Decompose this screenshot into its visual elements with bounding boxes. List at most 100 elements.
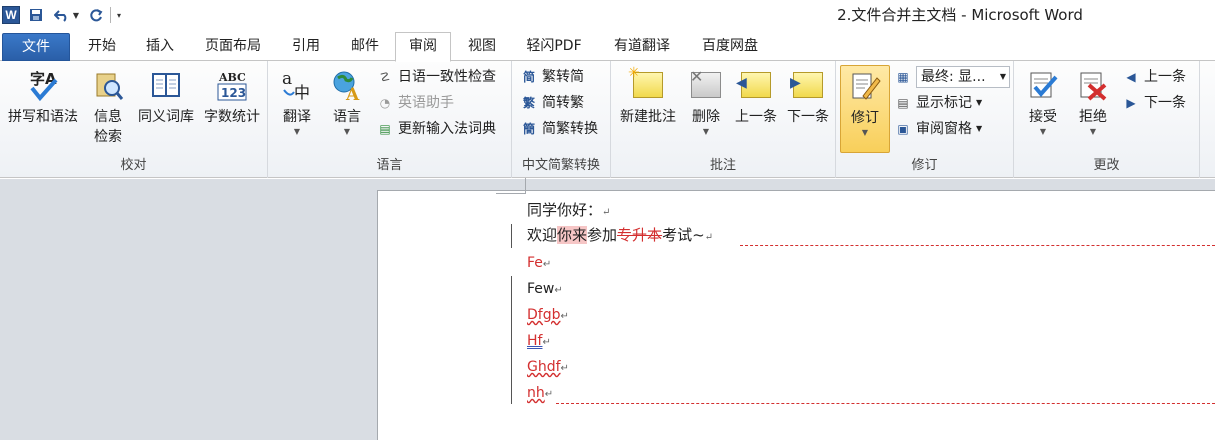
accept-button[interactable]: 接受 ▼ (1020, 67, 1066, 137)
translate-icon: a中 (279, 67, 315, 103)
tab-view[interactable]: 视图 (454, 33, 510, 61)
accept-dropdown-icon[interactable]: ▼ (1020, 127, 1066, 137)
thesaurus-button[interactable]: 同义词库 (134, 67, 198, 127)
ribbon-review: 字A 拼写和语法 信息 检索 同义词库 ABC 123 字数统计 校对 a 中 … (0, 61, 1215, 178)
svg-text:中: 中 (294, 83, 310, 102)
track-changes-icon (847, 68, 883, 104)
t2s-label: 繁转简 (542, 69, 584, 85)
english-assistant-icon: ◔ (379, 96, 391, 110)
word-count-button[interactable]: ABC 123 字数统计 (200, 67, 264, 127)
line-few-text: Few (527, 281, 555, 297)
paragraph-mark: ↵ (542, 259, 552, 270)
doc-line-hf[interactable]: Hf↵ (527, 328, 551, 354)
reject-button[interactable]: 拒绝 ▼ (1070, 67, 1116, 137)
undo-icon[interactable] (52, 5, 72, 25)
new-comment-button[interactable]: ✳ 新建批注 (615, 65, 681, 127)
reviewing-pane-label: 审阅窗格 (916, 121, 972, 137)
update-ime-icon: ▤ (379, 122, 391, 136)
group-label-proofing: 校对 (120, 158, 147, 173)
s2t-label: 简转繁 (542, 95, 584, 111)
thesaurus-label: 同义词库 (138, 109, 194, 125)
page-corner-mark (496, 178, 526, 194)
language-dropdown-icon[interactable]: ▼ (324, 127, 370, 137)
reviewing-pane-button[interactable]: ▣ 审阅窗格 ▼ (894, 117, 982, 141)
display-for-review-select[interactable]: ▦ 最终: 显... ▼ (894, 65, 1010, 89)
spelling-grammar-button[interactable]: 字A 拼写和语法 (4, 67, 82, 127)
research-button[interactable]: 信息 检索 (86, 67, 130, 147)
qat-separator (110, 7, 111, 23)
update-ime-dictionary-button[interactable]: ▤ 更新输入法词典 (376, 117, 496, 141)
group-comments: ✳ 新建批注 ✕ 删除 ▼ ◀ 上一条 ▶ 下一条 批注 (611, 61, 836, 178)
paragraph-mark: ↵ (554, 285, 563, 296)
line-dfgb-text: Dfgb (527, 307, 561, 323)
language-button[interactable]: A 语言 ▼ (324, 67, 370, 137)
track-changes-dropdown-icon[interactable]: ▼ (841, 128, 889, 138)
show-markup-icon: ▤ (897, 96, 909, 110)
title-bar: W ▼ ▾ 2.文件合并主文档 - Microsoft Word (0, 0, 1215, 30)
language-globe-icon: A (329, 67, 365, 103)
delete-comment-icon: ✕ (688, 67, 724, 103)
display-review-icon: ▦ (897, 70, 909, 84)
english-assistant-button[interactable]: ◔ 英语助手 (376, 91, 454, 115)
tab-baidu-netdisk[interactable]: 百度网盘 (688, 33, 772, 61)
line-nh-text: nh (527, 385, 545, 401)
next-comment-button[interactable]: ▶ 下一条 (783, 67, 833, 127)
previous-comment-label: 上一条 (735, 109, 777, 125)
inserted-text: 你来 (557, 226, 588, 244)
deleted-text: 专升本 (617, 226, 663, 244)
chinese-convert-button[interactable]: 簡 简繁转换 (520, 117, 598, 141)
tab-review[interactable]: 审阅 (395, 32, 451, 62)
paragraph-mark: ↵ (560, 363, 569, 374)
reviewing-pane-dropdown-icon: ▼ (976, 124, 983, 133)
undo-dropdown-icon[interactable]: ▼ (72, 5, 80, 25)
research-label-1: 信息 (94, 109, 122, 125)
s2t-icon: 繁 (522, 96, 535, 110)
delete-comment-dropdown-icon[interactable]: ▼ (685, 127, 727, 137)
track-changes-button[interactable]: 修订 ▼ (840, 65, 890, 153)
ribbon-tabs: 文件 开始 插入 页面布局 引用 邮件 审阅 视图 轻闪PDF 有道翻译 百度网… (0, 30, 1215, 62)
save-icon[interactable] (26, 5, 46, 25)
japanese-consistency-button[interactable]: ☡ 日语一致性检查 (376, 65, 496, 89)
svg-text:123: 123 (221, 86, 246, 100)
doc-line-fe[interactable]: Fe↵ (527, 250, 551, 276)
line-fe-text: Fe (527, 255, 543, 271)
tab-page-layout[interactable]: 页面布局 (192, 33, 274, 61)
tab-references[interactable]: 引用 (278, 33, 334, 61)
show-markup-button[interactable]: ▤ 显示标记 ▼ (894, 91, 982, 115)
welcome-text: 欢迎 (527, 226, 558, 244)
doc-line-dfgb[interactable]: Dfgb↵ (527, 302, 569, 328)
line-ghdf-text: Ghdf (527, 359, 561, 375)
tab-qingshan-pdf[interactable]: 轻闪PDF (512, 33, 596, 61)
group-tracking: 修订 ▼ ▦ 最终: 显... ▼ ▤ 显示标记 ▼ ▣ 审阅窗格 ▼ 修订 (836, 61, 1014, 178)
paragraph-mark: ↵ (602, 207, 611, 218)
tab-file[interactable]: 文件 (2, 33, 70, 61)
language-label: 语言 (333, 109, 361, 125)
group-proofing: 字A 拼写和语法 信息 检索 同义词库 ABC 123 字数统计 校对 (0, 61, 268, 178)
doc-line-few[interactable]: Few↵ (527, 276, 563, 302)
doc-line-ghdf[interactable]: Ghdf↵ (527, 354, 569, 380)
translate-button[interactable]: a中 翻译 ▼ (274, 67, 320, 137)
research-label-2: 检索 (94, 129, 122, 145)
translate-dropdown-icon[interactable]: ▼ (274, 127, 320, 137)
doc-line-welcome[interactable]: 欢迎你来参加专升本考试~↵ (527, 222, 713, 248)
tab-youdao-translate[interactable]: 有道翻译 (600, 33, 684, 61)
change-bar (511, 276, 512, 404)
previous-change-button[interactable]: ◀ 上一条 (1122, 65, 1186, 89)
tab-mailings[interactable]: 邮件 (337, 33, 393, 61)
traditional-to-simplified-button[interactable]: 简 繁转简 (520, 65, 584, 89)
redo-icon[interactable] (86, 5, 106, 25)
word-logo-icon[interactable]: W (2, 6, 20, 24)
reject-dropdown-icon[interactable]: ▼ (1070, 127, 1116, 137)
group-label-language: 语言 (376, 158, 403, 173)
simplified-to-traditional-button[interactable]: 繁 简转繁 (520, 91, 584, 115)
tab-insert[interactable]: 插入 (132, 33, 188, 61)
previous-comment-button[interactable]: ◀ 上一条 (731, 67, 781, 127)
doc-line-nh[interactable]: nh↵ (527, 380, 553, 406)
tab-home[interactable]: 开始 (74, 33, 130, 61)
doc-line-greeting[interactable]: 同学你好：↵ (527, 197, 610, 223)
welcome-text-3: 考试~ (662, 226, 705, 244)
customize-qat-icon[interactable]: ▾ (115, 5, 123, 25)
delete-comment-button[interactable]: ✕ 删除 ▼ (685, 67, 727, 137)
window-title: 2.文件合并主文档 - Microsoft Word (837, 6, 1083, 24)
next-change-button[interactable]: ▶ 下一条 (1122, 91, 1186, 115)
